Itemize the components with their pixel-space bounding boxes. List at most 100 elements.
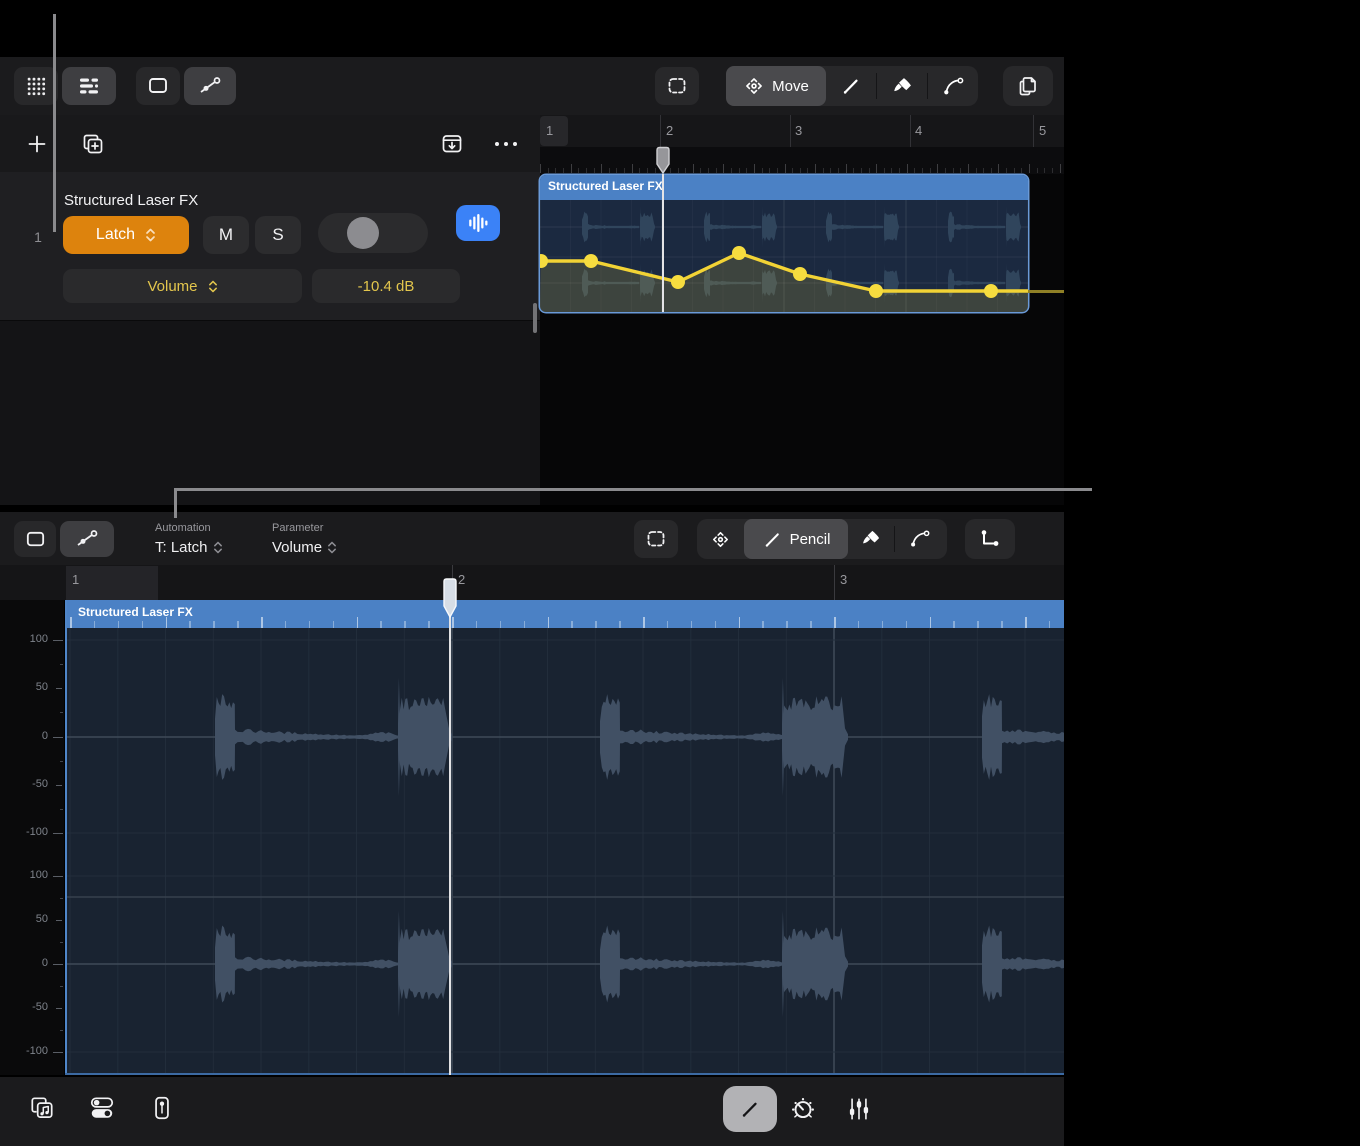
ruler-tick bbox=[685, 168, 686, 173]
region-header[interactable]: Structured Laser FX bbox=[540, 175, 1028, 200]
y-axis-tick bbox=[56, 785, 62, 786]
ruler-barline bbox=[1033, 115, 1034, 147]
playhead-line-editor[interactable] bbox=[449, 600, 451, 1075]
y-axis-minor-tick bbox=[60, 809, 63, 810]
y-axis-tick bbox=[53, 833, 63, 834]
smart-controls-icon bbox=[88, 1094, 116, 1122]
ruler-tick bbox=[968, 164, 969, 173]
tool-bezier[interactable] bbox=[928, 66, 978, 106]
editor-tool-bezier[interactable] bbox=[895, 519, 945, 559]
editor-waveform-area[interactable] bbox=[65, 628, 1064, 1075]
playhead-handle-top[interactable] bbox=[655, 146, 671, 175]
header-tick bbox=[380, 621, 382, 628]
editor-tool-move[interactable] bbox=[697, 519, 744, 559]
solo-button[interactable]: S bbox=[255, 216, 301, 254]
y-axis-label: 0 bbox=[8, 957, 48, 969]
header-tick bbox=[213, 621, 215, 628]
ruler-tick bbox=[723, 164, 724, 173]
ruler-tick bbox=[678, 168, 679, 173]
grid-view-button[interactable] bbox=[14, 67, 58, 105]
editor-marquee-mode-button[interactable] bbox=[14, 521, 56, 557]
tool-pencil[interactable] bbox=[826, 66, 876, 106]
automation-point[interactable] bbox=[984, 284, 998, 298]
arrange-region[interactable]: Structured Laser FX bbox=[540, 175, 1028, 312]
header-tick bbox=[333, 621, 335, 628]
step-automation-button[interactable] bbox=[965, 519, 1015, 559]
editor-automation-mode-button[interactable] bbox=[60, 521, 114, 557]
editor-ruler[interactable] bbox=[0, 565, 1064, 600]
marquee-mode-button[interactable] bbox=[136, 67, 180, 105]
header-tick bbox=[476, 621, 478, 628]
track-options-button[interactable] bbox=[488, 132, 524, 156]
y-axis-minor-tick bbox=[60, 942, 63, 943]
parameter-value-field[interactable]: -10.4 dB bbox=[312, 269, 460, 303]
copy-icon bbox=[1016, 74, 1040, 98]
automation-point[interactable] bbox=[671, 275, 685, 289]
pencil-icon bbox=[840, 75, 862, 97]
mute-button[interactable]: M bbox=[203, 216, 249, 254]
edit-mode-button[interactable] bbox=[723, 1086, 777, 1132]
editor-marquee-select-button[interactable] bbox=[634, 520, 678, 558]
y-axis-label: 50 bbox=[8, 913, 48, 925]
ruler-number: 3 bbox=[840, 572, 847, 587]
automation-point[interactable] bbox=[793, 267, 807, 281]
track-name[interactable]: Structured Laser FX bbox=[64, 192, 198, 209]
parameter-dropdown[interactable]: Volume bbox=[63, 269, 302, 303]
panel-splitter-handle[interactable] bbox=[533, 303, 537, 333]
playhead-handle-editor[interactable] bbox=[442, 577, 458, 619]
pencil-icon bbox=[762, 529, 783, 550]
ruler-tick bbox=[739, 168, 740, 173]
editor-tool-pencil[interactable]: Pencil bbox=[744, 519, 848, 559]
ruler-tick bbox=[1052, 168, 1053, 173]
copy-button[interactable] bbox=[1003, 66, 1053, 106]
play-surface-button[interactable] bbox=[146, 1092, 178, 1124]
track-fader-slider[interactable] bbox=[318, 213, 428, 253]
header-tick bbox=[810, 621, 812, 628]
y-axis-minor-tick bbox=[60, 898, 63, 899]
automation-point[interactable] bbox=[732, 246, 746, 260]
header-tick bbox=[643, 617, 645, 628]
header-tick bbox=[762, 621, 764, 628]
editor-tool-brush[interactable] bbox=[848, 519, 894, 559]
tool-move[interactable]: Move bbox=[726, 66, 826, 106]
region-waveform-automation[interactable] bbox=[540, 200, 1028, 312]
y-axis-label: 50 bbox=[8, 681, 48, 693]
import-tray-button[interactable] bbox=[436, 129, 468, 159]
automation-point[interactable] bbox=[869, 284, 883, 298]
y-axis-tick bbox=[56, 1008, 62, 1009]
parameter-name: Volume bbox=[147, 278, 197, 295]
duplicate-track-button[interactable] bbox=[76, 127, 110, 161]
smart-controls-button[interactable] bbox=[86, 1092, 118, 1124]
ruler-number: 2 bbox=[666, 123, 673, 138]
automation-mode-dropdown[interactable]: Latch bbox=[63, 216, 189, 254]
tracks-view-button[interactable] bbox=[62, 67, 116, 105]
ruler-tick bbox=[1029, 164, 1030, 173]
header-tick bbox=[548, 617, 550, 628]
ruler-barline bbox=[910, 115, 911, 147]
ruler-tick bbox=[594, 168, 595, 173]
automation-mode-icon bbox=[74, 527, 100, 551]
fader-knob[interactable] bbox=[347, 217, 379, 249]
ruler-tick bbox=[624, 168, 625, 173]
ruler-tick bbox=[609, 168, 610, 173]
cell-edit-button[interactable] bbox=[786, 1092, 820, 1126]
marquee-select-icon bbox=[665, 74, 689, 98]
track-editor-button[interactable] bbox=[456, 205, 500, 241]
mixer-button[interactable] bbox=[842, 1092, 876, 1126]
ruler-tick bbox=[1021, 168, 1022, 173]
add-track-button[interactable] bbox=[20, 127, 54, 161]
playhead-line-top[interactable] bbox=[662, 174, 664, 312]
loop-browser-button[interactable] bbox=[26, 1092, 58, 1124]
logic-ui: Move bbox=[0, 0, 1064, 1146]
header-tick bbox=[70, 617, 72, 628]
automation-type-dropdown[interactable]: T: Latch bbox=[155, 539, 223, 556]
automation-mode-button[interactable] bbox=[184, 67, 236, 105]
automation-point[interactable] bbox=[584, 254, 598, 268]
header-tick bbox=[285, 621, 287, 628]
editor-region-header[interactable]: Structured Laser FX bbox=[65, 600, 1064, 628]
tool-brush[interactable] bbox=[877, 66, 927, 106]
editor-parameter-dropdown[interactable]: Volume bbox=[272, 539, 337, 556]
ruler-tick bbox=[876, 164, 877, 173]
marquee-select-button[interactable] bbox=[655, 67, 699, 105]
ruler-tick bbox=[792, 168, 793, 173]
